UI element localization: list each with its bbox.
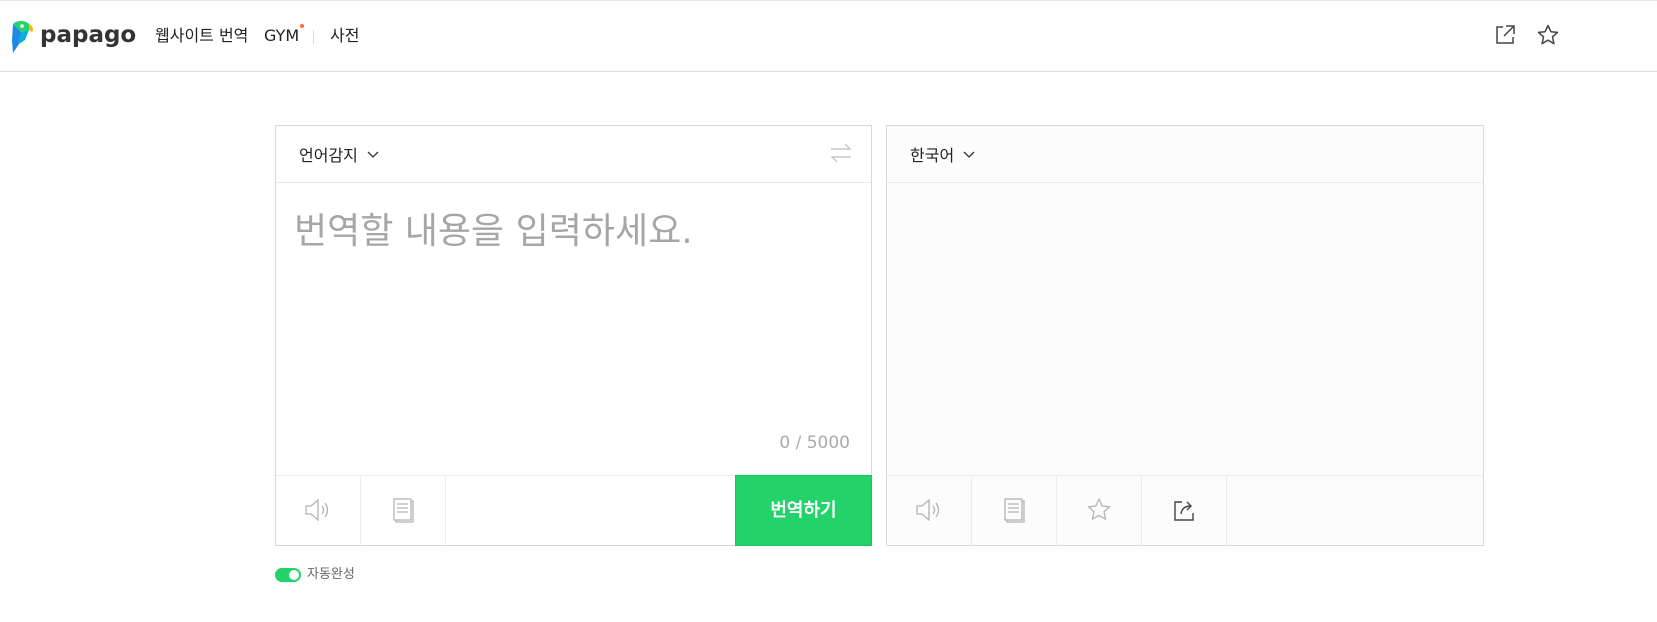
papago-logo[interactable]: papago <box>9 20 136 54</box>
nav-gym-label: GYM <box>264 26 300 45</box>
share-button[interactable] <box>1142 476 1227 545</box>
target-panel-header: 한국어 <box>887 126 1483 183</box>
speaker-icon <box>305 498 329 522</box>
logo-wordmark: papago <box>40 22 137 48</box>
target-language-label: 한국어 <box>910 146 955 165</box>
target-language-select[interactable]: 한국어 <box>910 146 975 166</box>
translate-button[interactable]: 번역하기 <box>735 475 872 546</box>
copy-button[interactable] <box>972 476 1057 545</box>
source-panel-footer: 번역하기 <box>276 475 872 546</box>
copy-icon <box>1004 498 1025 523</box>
source-panel-header: 언어감지 <box>276 126 871 183</box>
source-language-select[interactable]: 언어감지 <box>299 146 379 166</box>
nav-website-translation[interactable]: 웹사이트 번역 <box>155 25 248 47</box>
parrot-logo-icon <box>12 21 33 53</box>
swap-languages-icon[interactable] <box>829 142 853 164</box>
save-favorite-button[interactable] <box>1057 476 1142 545</box>
chevron-down-icon <box>367 151 379 158</box>
share-icon <box>1174 501 1194 521</box>
handwriting-input-button[interactable] <box>361 476 446 545</box>
new-badge-dot <box>300 24 305 28</box>
target-panel: 한국어 <box>886 125 1484 546</box>
source-text-input[interactable] <box>294 210 854 460</box>
translation-output-area <box>887 184 1483 476</box>
handwriting-icon <box>393 498 414 523</box>
nav-dictionary[interactable]: 사전 <box>330 25 359 47</box>
character-count: 0 / 5000 <box>779 433 850 453</box>
autocomplete-label: 자동완성 <box>307 567 355 582</box>
favorite-star-icon[interactable] <box>1536 23 1560 47</box>
toggle-knob <box>289 570 299 580</box>
autocomplete-toggle[interactable] <box>275 568 301 582</box>
source-listen-button[interactable] <box>276 476 361 545</box>
target-panel-footer <box>887 475 1483 545</box>
chevron-down-icon <box>963 151 975 158</box>
star-icon <box>1087 498 1111 520</box>
source-panel: 언어감지 0 / 5000 번역하기 <box>275 125 872 546</box>
source-language-label: 언어감지 <box>299 146 358 165</box>
nav-divider <box>313 30 314 44</box>
nav-gym[interactable]: GYM <box>264 24 305 47</box>
speaker-icon <box>916 498 940 522</box>
top-header: papago 웹사이트 번역 GYM 사전 <box>0 0 1657 72</box>
external-window-icon[interactable] <box>1493 23 1517 47</box>
target-listen-button[interactable] <box>887 476 972 545</box>
